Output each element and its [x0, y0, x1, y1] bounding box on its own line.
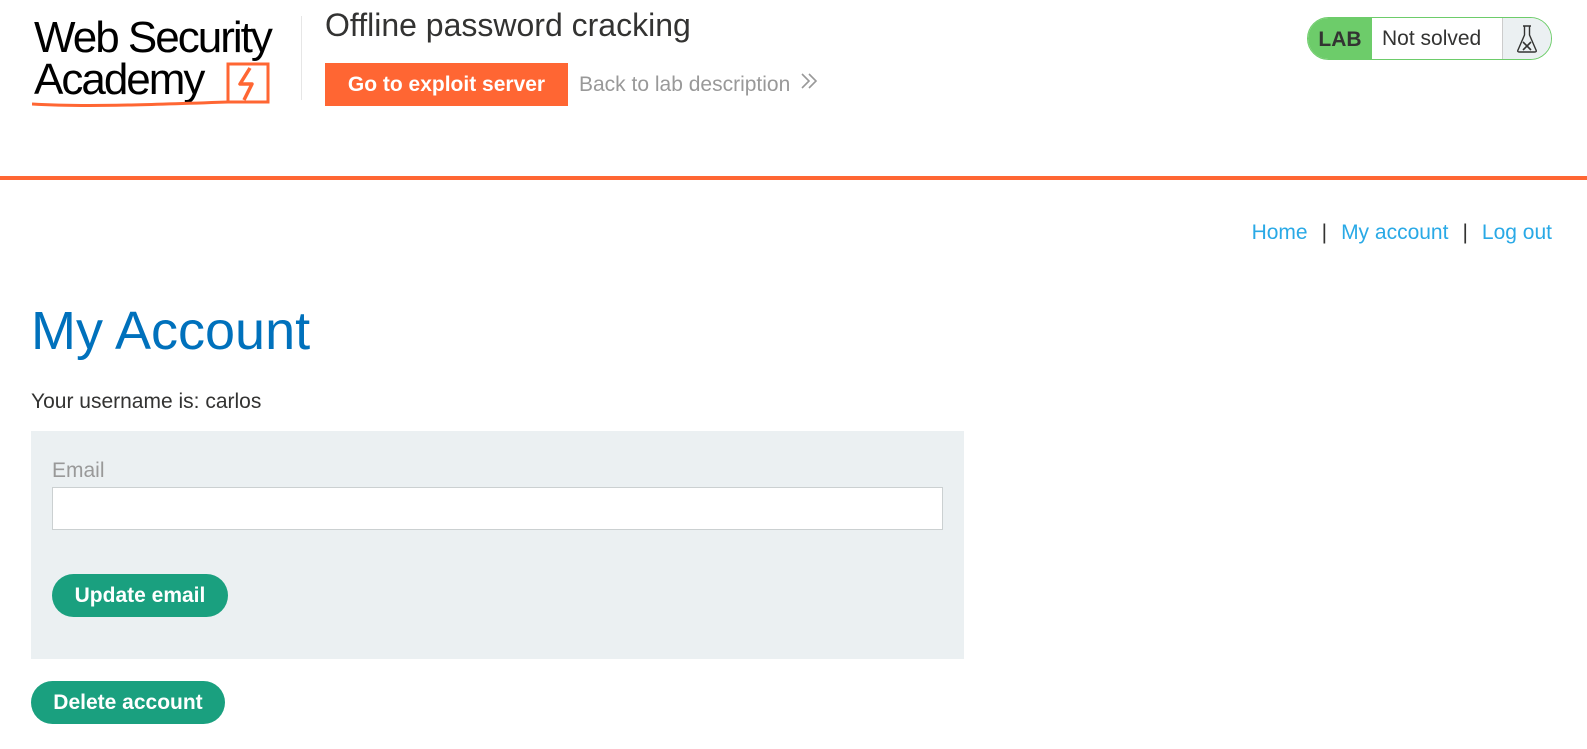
lab-badge: LAB — [1308, 18, 1372, 59]
update-email-form: Email Update email — [31, 431, 964, 659]
lab-title: Offline password cracking — [325, 7, 691, 43]
update-email-button[interactable]: Update email — [52, 574, 228, 617]
double-chevron-right-icon — [800, 71, 818, 99]
nav-separator: | — [1462, 221, 1468, 244]
account-nav: Home | My account | Log out — [1252, 219, 1552, 247]
nav-home-link[interactable]: Home — [1252, 219, 1308, 247]
lab-status-text: Not solved — [1372, 18, 1503, 59]
nav-separator: | — [1321, 221, 1328, 244]
username-text: Your username is: carlos — [31, 390, 262, 413]
header-divider — [301, 16, 302, 100]
site-header: Web Security Academy Offline password cr… — [0, 0, 1587, 180]
delete-account-button[interactable]: Delete account — [31, 681, 225, 724]
web-security-academy-logo[interactable]: Web Security Academy — [31, 13, 297, 110]
svg-text:Academy: Academy — [34, 55, 205, 104]
back-to-lab-description-link[interactable]: Back to lab description — [579, 71, 818, 99]
go-to-exploit-server-button[interactable]: Go to exploit server — [325, 63, 568, 106]
lab-status-widget: LAB Not solved — [1307, 17, 1552, 60]
email-input[interactable] — [52, 487, 943, 530]
back-link-label: Back to lab description — [579, 73, 791, 96]
email-label: Email — [52, 459, 105, 482]
page-title: My Account — [31, 301, 311, 361]
nav-my-account-link[interactable]: My account — [1341, 219, 1448, 247]
flask-icon — [1503, 18, 1551, 59]
nav-log-out-link[interactable]: Log out — [1482, 219, 1552, 247]
